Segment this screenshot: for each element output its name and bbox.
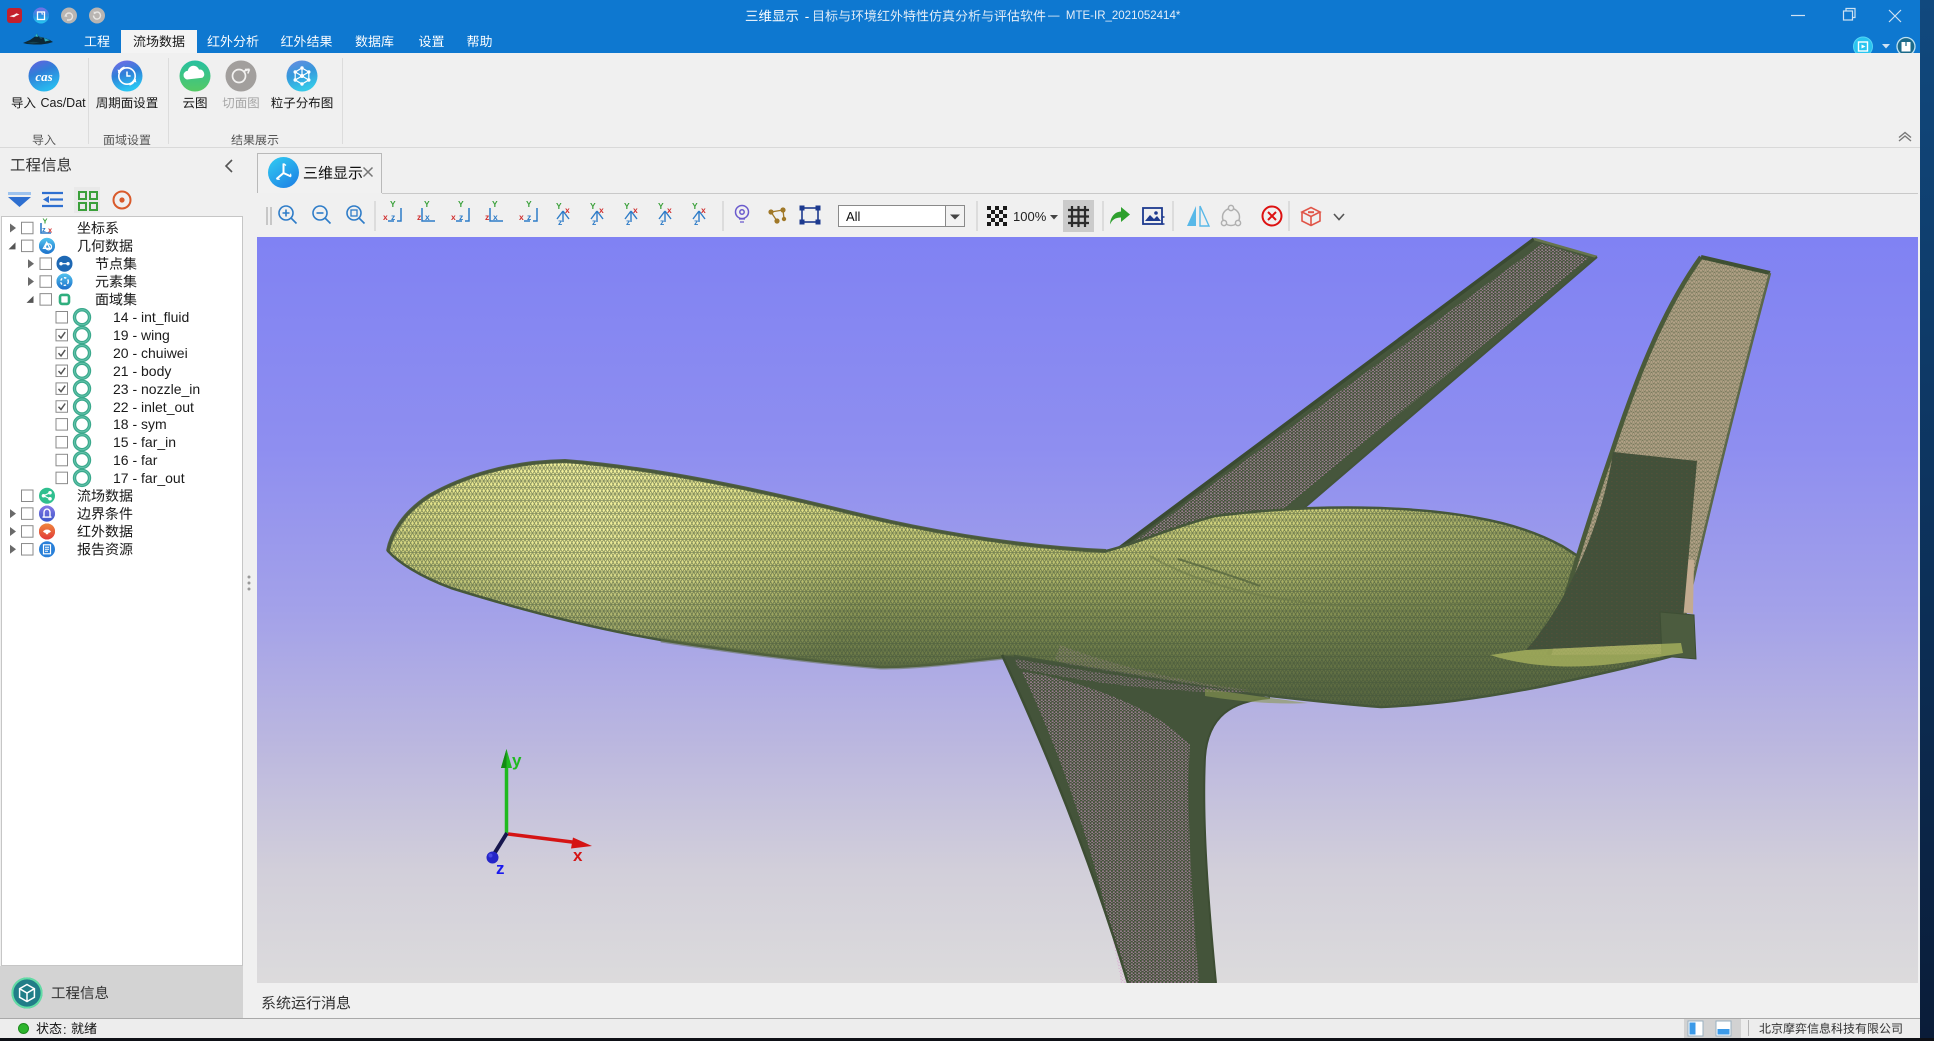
svg-text:Y: Y [692, 201, 698, 211]
svg-text:x: x [383, 212, 388, 222]
svg-text:x: x [425, 212, 430, 222]
svg-text:x: x [565, 205, 570, 215]
svg-text:z: z [42, 225, 46, 234]
svg-text:x: x [451, 212, 456, 222]
svg-text:x: x [519, 212, 524, 222]
svg-text:Y: Y [458, 199, 464, 209]
svg-text:z: z [660, 217, 664, 227]
svg-text:z: z [391, 212, 395, 222]
svg-text:x: x [667, 205, 672, 215]
svg-text:x: x [701, 205, 706, 215]
svg-text:Y: Y [556, 201, 562, 211]
svg-text:x: x [493, 212, 498, 222]
svg-text:y: y [512, 751, 522, 770]
svg-text:x: x [633, 205, 638, 215]
svg-text:z: z [626, 217, 630, 227]
svg-text:z: z [417, 212, 421, 222]
svg-text:Y: Y [658, 201, 664, 211]
svg-text:Y: Y [624, 201, 630, 211]
svg-text:z: z [558, 217, 562, 227]
svg-text:Y: Y [590, 201, 596, 211]
svg-text:Y: Y [492, 199, 498, 209]
svg-text:z: z [694, 217, 698, 227]
svg-text:Y: Y [526, 199, 532, 209]
svg-text:z: z [496, 859, 505, 878]
svg-text:z: z [459, 212, 463, 222]
svg-text:cas: cas [35, 69, 52, 84]
svg-text:x: x [599, 205, 604, 215]
svg-text:Y: Y [424, 199, 430, 209]
svg-text:x: x [573, 846, 583, 865]
svg-text:z: z [592, 217, 596, 227]
svg-text:x: x [48, 226, 53, 235]
svg-text:Y: Y [390, 199, 396, 209]
svg-text:z: z [485, 212, 489, 222]
svg-text:z: z [527, 212, 531, 222]
